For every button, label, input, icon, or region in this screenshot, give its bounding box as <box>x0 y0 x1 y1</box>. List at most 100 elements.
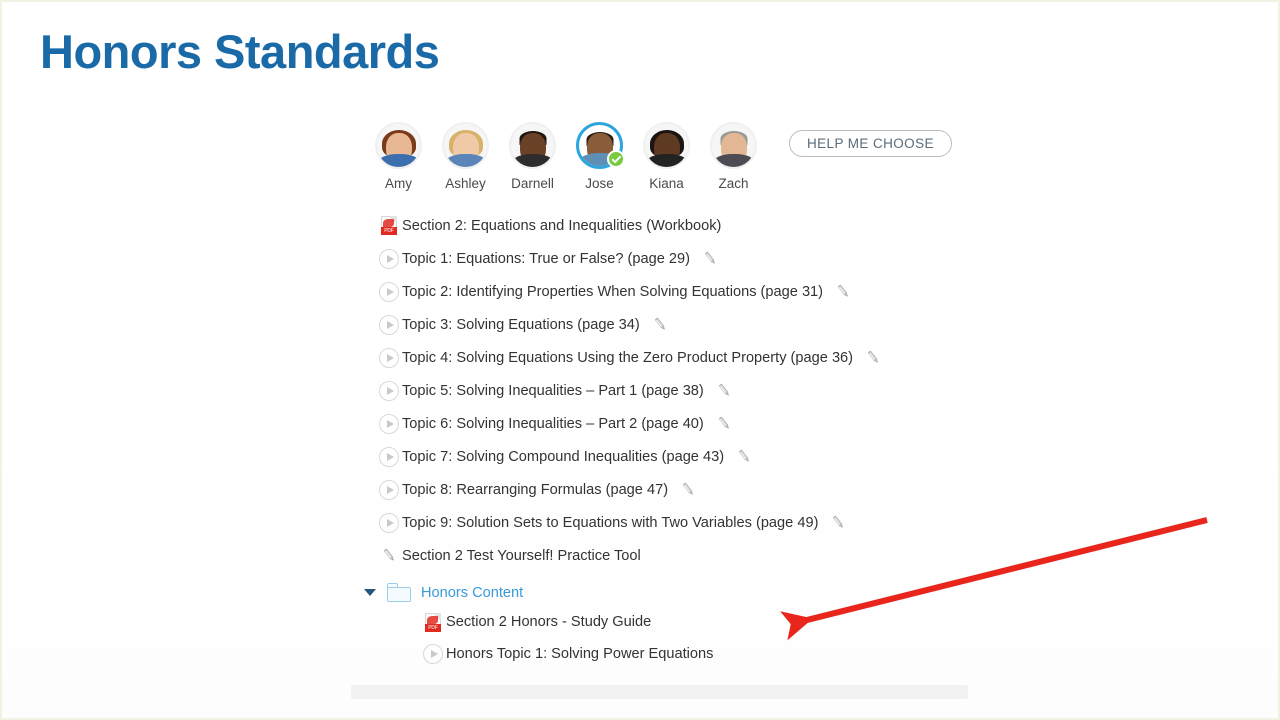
avatar[interactable] <box>442 122 489 169</box>
list-item-icon <box>376 314 402 335</box>
list-item-icon <box>376 413 402 434</box>
content-list: PDF Section 2: Equations and Inequalities… <box>376 209 1016 572</box>
student-selector: Amy Ashley Darnell Jose Kiana Zach HELP ME CHO… <box>365 122 952 191</box>
honors-list-item[interactable]: Honors Topic 1: Solving Power Equations <box>364 638 1004 670</box>
list-item-icon <box>376 347 402 368</box>
pdf-file-icon: PDF <box>425 612 441 632</box>
horizontal-scrollbar[interactable] <box>351 685 968 699</box>
play-video-icon[interactable] <box>379 281 399 302</box>
avatar-name-label: Darnell <box>511 176 554 191</box>
list-item-label: Section 2: Equations and Inequalities (W… <box>402 217 722 234</box>
avatar-photo <box>444 124 487 167</box>
content-list-item[interactable]: Topic 5: Solving Inequalities – Part 1 (… <box>376 374 1016 407</box>
list-item-icon <box>376 281 402 302</box>
play-video-icon[interactable] <box>379 446 399 467</box>
pencil-icon[interactable] <box>865 349 882 366</box>
pencil-icon[interactable] <box>680 481 697 498</box>
pencil-icon[interactable] <box>716 415 733 432</box>
pdf-file-icon: PDF <box>381 216 397 235</box>
pencil-icon[interactable] <box>381 547 398 564</box>
avatar-photo <box>377 124 420 167</box>
student-avatar-darnell[interactable]: Darnell <box>499 122 566 191</box>
list-item-label: Topic 7: Solving Compound Inequalities (… <box>402 448 725 465</box>
edit-assignment-icon[interactable] <box>835 283 852 300</box>
list-item-label: Topic 4: Solving Equations Using the Zer… <box>402 349 854 366</box>
play-video-icon[interactable] <box>379 479 399 500</box>
pencil-icon[interactable] <box>830 514 847 531</box>
student-avatar-jose[interactable]: Jose <box>566 122 633 191</box>
list-item-label: Section 2 Honors - Study Guide <box>446 614 652 630</box>
content-list-item[interactable]: Topic 1: Equations: True or False? (page… <box>376 242 1016 275</box>
content-list-item[interactable]: Topic 4: Solving Equations Using the Zer… <box>376 341 1016 374</box>
content-list-item[interactable]: Section 2 Test Yourself! Practice Tool <box>376 539 1016 572</box>
student-avatar-kiana[interactable]: Kiana <box>633 122 700 191</box>
list-item-icon: PDF <box>376 216 402 235</box>
list-item-label: Topic 3: Solving Equations (page 34) <box>402 316 640 333</box>
pencil-icon[interactable] <box>702 250 719 267</box>
avatar-name-label: Zach <box>718 176 749 191</box>
play-video-icon[interactable] <box>379 380 399 401</box>
content-list-item[interactable]: Topic 2: Identifying Properties When Sol… <box>376 275 1016 308</box>
honors-content-group: Honors Content PDF Section 2 Honors - Stu… <box>364 579 1004 670</box>
avatar-name-label: Jose <box>585 176 614 191</box>
pencil-icon[interactable] <box>652 316 669 333</box>
slide-canvas: Honors Standards Amy Ashley Darnell Jose Kia… <box>2 2 1278 718</box>
pencil-icon[interactable] <box>716 382 733 399</box>
content-list-item[interactable]: Topic 8: Rearranging Formulas (page 47) <box>376 473 1016 506</box>
honors-content-header[interactable]: Honors Content <box>364 579 1004 606</box>
play-video-icon[interactable] <box>379 347 399 368</box>
pencil-icon[interactable] <box>835 283 852 300</box>
edit-assignment-icon[interactable] <box>680 481 697 498</box>
list-item-label: Section 2 Test Yourself! Practice Tool <box>402 547 641 564</box>
avatar[interactable] <box>710 122 757 169</box>
play-video-icon[interactable] <box>379 512 399 533</box>
list-item-icon <box>376 380 402 401</box>
list-item-label: Topic 8: Rearranging Formulas (page 47) <box>402 481 669 498</box>
list-item-icon <box>376 446 402 467</box>
honors-list-item[interactable]: PDF Section 2 Honors - Study Guide <box>364 606 1004 638</box>
content-list-item[interactable]: Topic 3: Solving Equations (page 34) <box>376 308 1016 341</box>
pencil-icon[interactable] <box>736 448 753 465</box>
page-title: Honors Standards <box>40 25 440 78</box>
list-item-icon <box>376 547 402 564</box>
list-item-label: Topic 5: Solving Inequalities – Part 1 (… <box>402 382 704 399</box>
list-item-icon <box>420 644 446 664</box>
edit-assignment-icon[interactable] <box>830 514 847 531</box>
edit-assignment-icon[interactable] <box>702 250 719 267</box>
avatar-name-label: Amy <box>385 176 412 191</box>
avatar[interactable] <box>576 122 625 169</box>
play-video-icon[interactable] <box>423 644 443 664</box>
folder-icon <box>387 583 411 602</box>
play-video-icon[interactable] <box>379 248 399 269</box>
avatar-name-label: Kiana <box>649 176 684 191</box>
student-avatar-amy[interactable]: Amy <box>365 122 432 191</box>
avatar[interactable] <box>643 122 690 169</box>
edit-assignment-icon[interactable] <box>716 415 733 432</box>
play-video-icon[interactable] <box>379 413 399 434</box>
play-video-icon[interactable] <box>379 314 399 335</box>
edit-assignment-icon[interactable] <box>865 349 882 366</box>
help-me-choose-button[interactable]: HELP ME CHOOSE <box>789 130 952 157</box>
avatar-photo <box>511 124 554 167</box>
content-list-item[interactable]: Topic 7: Solving Compound Inequalities (… <box>376 440 1016 473</box>
list-item-label: Topic 2: Identifying Properties When Sol… <box>402 283 824 300</box>
edit-assignment-icon[interactable] <box>736 448 753 465</box>
content-list-item[interactable]: PDF Section 2: Equations and Inequalities… <box>376 209 1016 242</box>
avatar[interactable] <box>375 122 422 169</box>
list-item-icon <box>376 512 402 533</box>
avatar-name-label: Ashley <box>445 176 486 191</box>
list-item-label: Topic 6: Solving Inequalities – Part 2 (… <box>402 415 704 432</box>
edit-assignment-icon[interactable] <box>652 316 669 333</box>
list-item-label: Topic 9: Solution Sets to Equations with… <box>402 514 819 531</box>
content-list-item[interactable]: Topic 9: Solution Sets to Equations with… <box>376 506 1016 539</box>
list-item-label: Topic 1: Equations: True or False? (page… <box>402 250 690 267</box>
edit-assignment-icon[interactable] <box>716 382 733 399</box>
student-avatar-ashley[interactable]: Ashley <box>432 122 499 191</box>
avatar-photo <box>712 124 755 167</box>
content-list-item[interactable]: Topic 6: Solving Inequalities – Part 2 (… <box>376 407 1016 440</box>
student-avatar-zach[interactable]: Zach <box>700 122 767 191</box>
list-item-icon <box>376 248 402 269</box>
avatar[interactable] <box>509 122 556 169</box>
avatar-photo <box>645 124 688 167</box>
chevron-down-icon[interactable] <box>364 589 376 596</box>
